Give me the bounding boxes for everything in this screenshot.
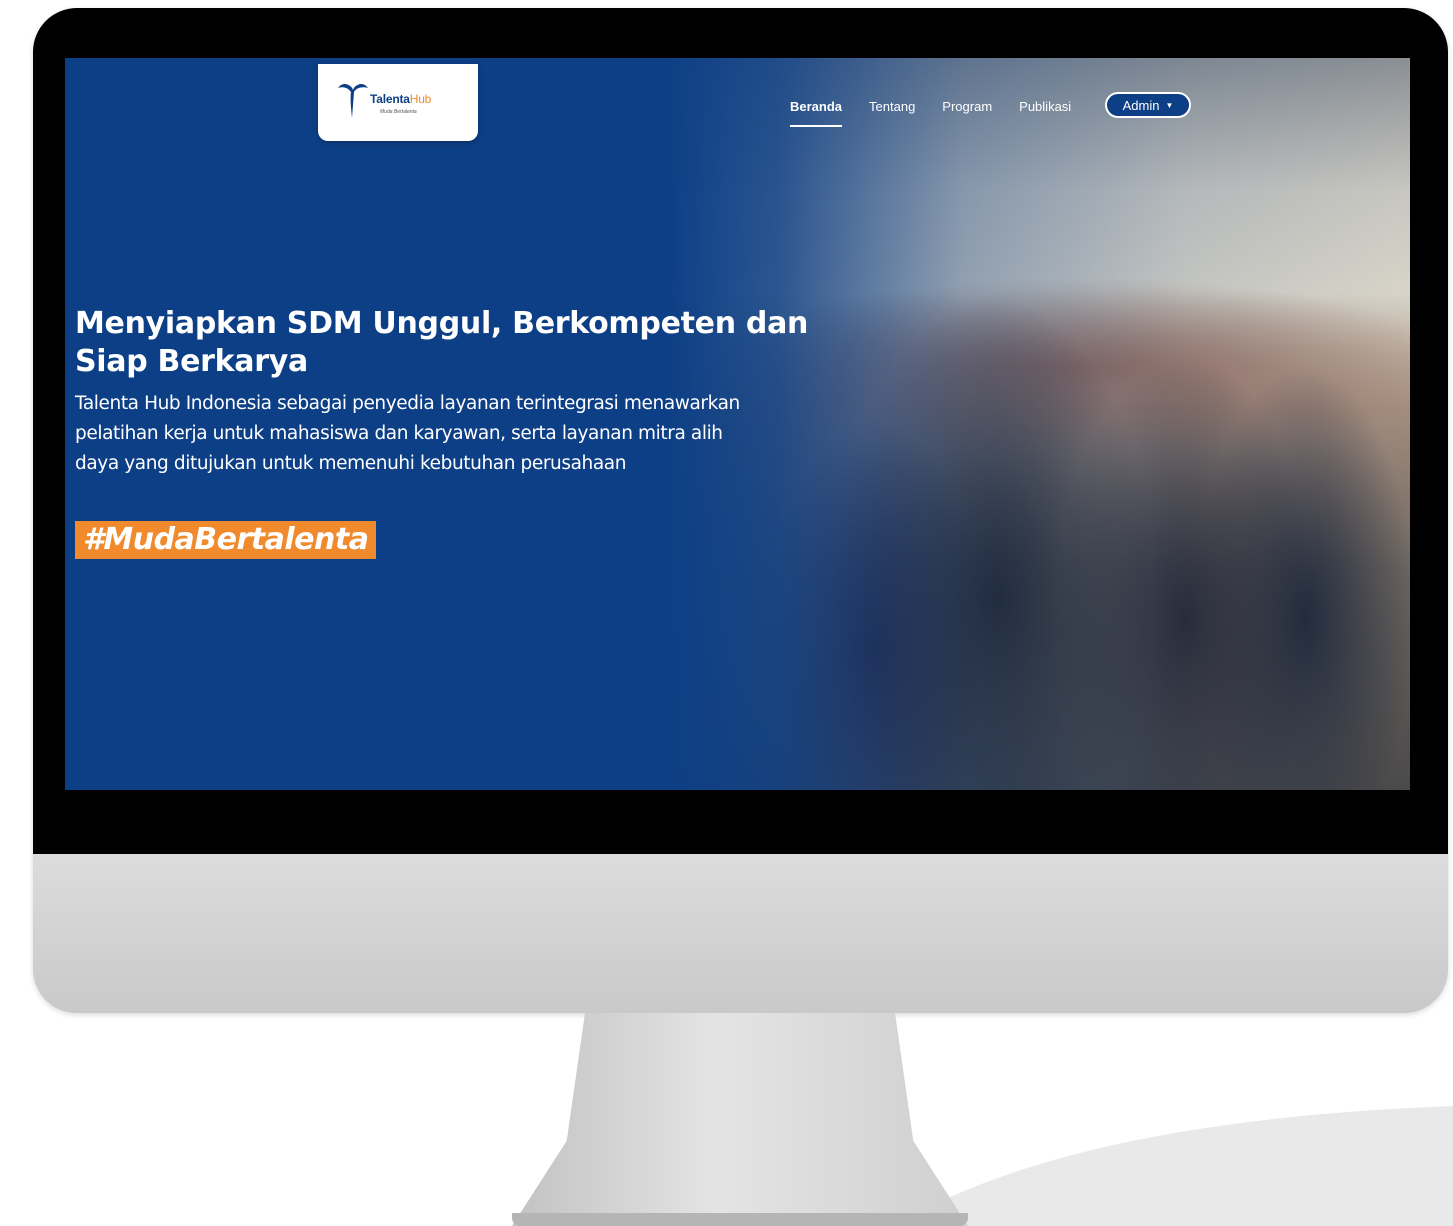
hero-hashtag-badge: #MudaBertalenta	[75, 521, 377, 559]
website-screen: TalentaHub Muda Bertalenta Beranda Tenta…	[65, 58, 1410, 790]
nav-item-beranda[interactable]: Beranda	[790, 99, 843, 127]
nav-item-program[interactable]: Program	[942, 99, 992, 114]
monitor-chin	[33, 854, 1448, 1013]
caret-down-icon: ▼	[1165, 100, 1174, 110]
site-logo[interactable]: TalentaHub Muda Bertalenta	[318, 64, 478, 141]
hero-description: Talenta Hub Indonesia sebagai penyedia l…	[75, 393, 740, 474]
background-swoosh	[893, 1086, 1453, 1226]
nav-item-publikasi[interactable]: Publikasi	[1019, 99, 1071, 114]
logo-wordmark: TalentaHub	[370, 92, 432, 106]
hero-photo-overlay	[665, 58, 1410, 790]
monitor-stand	[512, 1013, 968, 1226]
main-nav: Beranda Tentang Program Publikasi	[790, 94, 1071, 127]
logo-tagline: Muda Bertalenta	[380, 109, 417, 115]
monitor-stand-base	[512, 1213, 968, 1226]
admin-dropdown-button[interactable]: Admin ▼	[1105, 92, 1191, 118]
logo-ribbon-icon	[338, 84, 368, 118]
hero-title: Menyiapkan SDM Unggul, Berkompeten dan S…	[75, 306, 809, 379]
nav-item-tentang[interactable]: Tentang	[869, 99, 915, 114]
admin-button-label: Admin	[1122, 97, 1160, 113]
